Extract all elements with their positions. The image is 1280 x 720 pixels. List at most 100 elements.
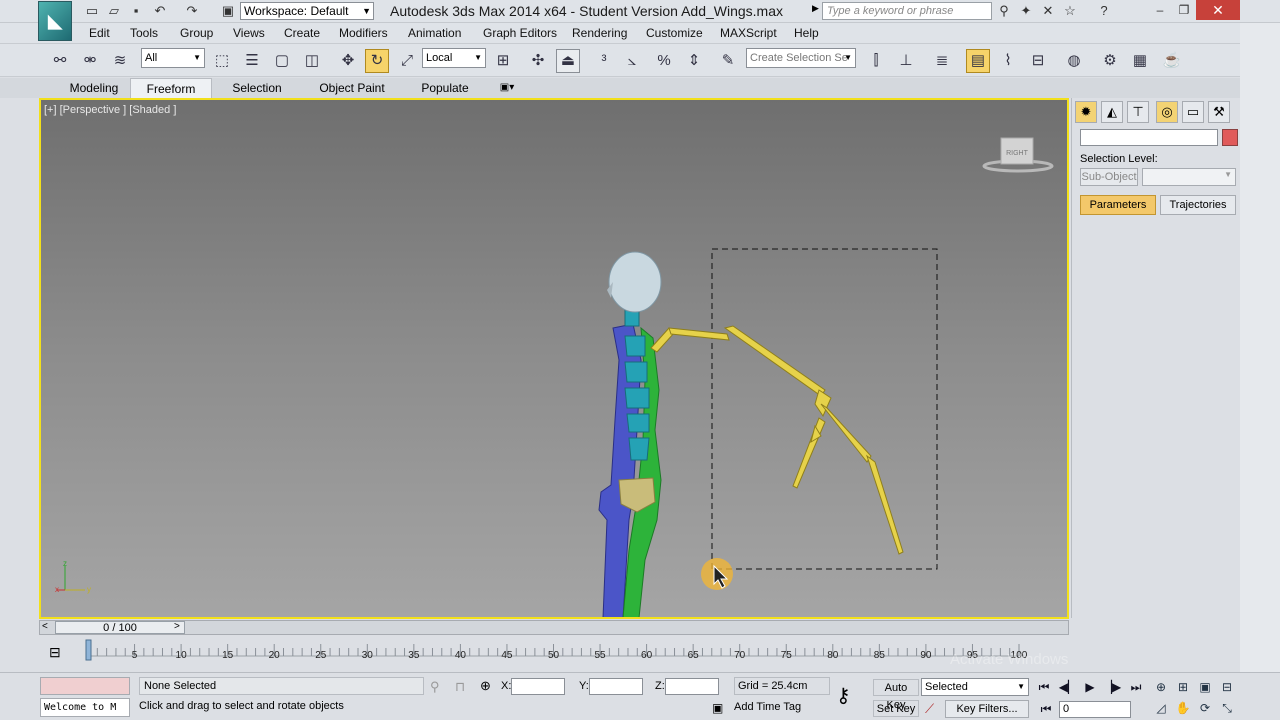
wing-upper-bone[interactable] — [668, 327, 730, 341]
pivot-center-icon[interactable]: ⊞ — [491, 49, 515, 73]
unlink-icon[interactable]: ⚮ — [78, 49, 102, 73]
material-editor-icon[interactable]: ◍ — [1062, 49, 1086, 73]
layer-manager-icon[interactable]: ≣ — [930, 49, 954, 73]
subscription-icon[interactable]: ✦ — [1018, 3, 1034, 19]
zoom-extents-all-icon[interactable]: ⊟ — [1218, 679, 1236, 695]
search-input[interactable]: Type a keyword or phrase — [822, 2, 992, 20]
add-time-tag-button[interactable]: Add Time Tag — [734, 701, 801, 713]
hierarchy-panel-tab[interactable]: ⊤ — [1127, 101, 1149, 123]
biped-head[interactable] — [608, 251, 662, 313]
time-slider-thumb[interactable]: 0 / 100 — [55, 621, 185, 634]
menu-edit[interactable]: Edit — [89, 26, 110, 40]
save-icon[interactable]: ▪ — [128, 3, 144, 19]
object-color-swatch[interactable] — [1222, 129, 1238, 146]
wing-finger-bone-2[interactable] — [866, 454, 904, 555]
lock-icon[interactable]: ⊓ — [455, 679, 465, 695]
undo-icon[interactable]: ↶ — [152, 3, 168, 19]
window-crossing-icon[interactable]: ◫ — [300, 49, 324, 73]
select-manipulate-icon[interactable]: ✣ — [526, 49, 550, 73]
redo-icon[interactable]: ↷ — [184, 3, 200, 19]
auto-key-button[interactable]: Auto Key — [873, 679, 919, 711]
set-key-button[interactable]: Set Key — [873, 700, 919, 717]
snaps-toggle-icon[interactable]: ³ — [592, 49, 616, 73]
time-slider[interactable]: < 0 / 100 > — [39, 620, 1069, 635]
key-filters-button[interactable]: Key Filters... — [945, 700, 1029, 718]
select-and-move-icon[interactable]: ✥ — [336, 49, 360, 73]
viewcube[interactable]: RIGHT — [982, 137, 1054, 173]
sub-object-button[interactable]: Sub-Object — [1080, 168, 1138, 186]
utilities-panel-tab[interactable]: ⚒ — [1208, 101, 1230, 123]
key-set-dropdown[interactable]: Selected ▼ — [921, 678, 1029, 696]
current-frame-field[interactable]: 0 — [1059, 701, 1131, 718]
render-production-icon[interactable]: ☕ — [1160, 49, 1184, 73]
time-slider-prev-button[interactable]: < — [42, 621, 48, 632]
menu-customize[interactable]: Customize — [646, 26, 703, 40]
time-slider-next-button[interactable]: > — [174, 621, 180, 632]
help-icon[interactable]: ? — [1096, 3, 1112, 19]
absolute-transform-icon[interactable]: ⊕ — [480, 678, 491, 694]
track-bar[interactable]: ⊟ 5 10 15 20 25 30 35 40 45 50 55 60 65 70 75 80 85 90 95 1… — [39, 636, 1069, 666]
menu-modifiers[interactable]: Modifiers — [339, 26, 388, 40]
keyboard-shortcut-override-icon[interactable]: ⏏ — [556, 49, 580, 73]
next-frame-icon[interactable]: ▕▶ — [1102, 679, 1122, 695]
select-and-link-icon[interactable]: ⚯ — [48, 49, 72, 73]
select-and-rotate-icon[interactable]: ↻ — [365, 49, 389, 73]
menu-help[interactable]: Help — [794, 26, 819, 40]
wing-finger-bone-3[interactable] — [792, 417, 826, 489]
orbit-icon[interactable]: ⟳ — [1196, 700, 1214, 716]
binoculars-icon[interactable]: ⚲ — [996, 3, 1012, 19]
viewport-label-menu[interactable]: [+] [Perspective ] [Shaded ] — [44, 104, 176, 116]
workspace-dropdown[interactable]: Workspace: Default ▼ — [240, 2, 374, 20]
ribbon-options-icon[interactable]: ▣▾ — [494, 78, 520, 98]
schematic-view-icon[interactable]: ⊟ — [1026, 49, 1050, 73]
maxscript-listener-input[interactable]: Welcome to M — [40, 698, 130, 717]
go-to-start-icon[interactable]: ⏮ — [1034, 679, 1054, 695]
render-setup-icon[interactable]: ⚙ — [1098, 49, 1122, 73]
zoom-icon[interactable]: ⊕ — [1152, 679, 1170, 695]
wing-finger-bone-1[interactable] — [820, 403, 872, 463]
select-object-icon[interactable]: ⬚ — [210, 49, 234, 73]
z-coord-field[interactable] — [665, 678, 719, 695]
select-and-scale-icon[interactable]: ⤢ — [395, 49, 419, 73]
go-to-end-icon[interactable]: ⏭ — [1126, 679, 1146, 695]
named-selection-sets-dropdown[interactable]: Create Selection Se ▼ — [746, 48, 856, 68]
field-of-view-icon[interactable]: ◿ — [1152, 700, 1170, 716]
menu-views[interactable]: Views — [233, 26, 265, 40]
maxscript-listener-top[interactable] — [40, 677, 130, 695]
graphite-toolbar-icon[interactable]: ▤ — [966, 49, 990, 73]
selection-filter-dropdown[interactable]: All ▼ — [141, 48, 205, 68]
favorites-star-icon[interactable]: ☆ — [1062, 3, 1078, 19]
create-panel-tab[interactable]: ✹ — [1075, 101, 1097, 123]
minimize-button[interactable]: – — [1148, 1, 1172, 19]
zoom-extents-icon[interactable]: ▣ — [1196, 679, 1214, 695]
wing-forearm-bone[interactable] — [723, 325, 826, 397]
tab-freeform[interactable]: Freeform — [130, 78, 212, 98]
current-frame-marker[interactable] — [85, 639, 92, 661]
x-coord-field[interactable] — [511, 678, 565, 695]
menu-create[interactable]: Create — [284, 26, 320, 40]
track-ruler[interactable]: 5 10 15 20 25 30 35 40 45 50 55 60 65 70 75 80 85 90 95 100 — [39, 636, 1069, 666]
tab-populate[interactable]: Populate — [412, 78, 478, 98]
open-file-icon[interactable]: ▱ — [106, 3, 122, 19]
play-icon[interactable]: ▶ — [1080, 679, 1100, 695]
percent-snap-icon[interactable]: % — [652, 49, 676, 73]
parameters-button[interactable]: Parameters — [1080, 195, 1156, 215]
edit-named-selection-icon[interactable]: ✎ — [716, 49, 740, 73]
project-folder-icon[interactable]: ▣ — [220, 3, 236, 19]
select-by-name-icon[interactable]: ☰ — [240, 49, 264, 73]
menu-maxscript[interactable]: MAXScript — [720, 26, 777, 40]
close-button[interactable]: ✕ — [1196, 0, 1240, 20]
curve-editor-icon[interactable]: ⌇ — [996, 49, 1020, 73]
isolate-selection-icon[interactable]: ⚲ — [430, 679, 440, 695]
y-coord-field[interactable] — [589, 678, 643, 695]
time-tag-icon[interactable]: ▣ — [712, 701, 723, 715]
maximize-viewport-icon[interactable]: ⤡ — [1218, 700, 1236, 716]
key-mode-toggle-icon[interactable]: ⏮ — [1036, 701, 1056, 717]
modify-panel-tab[interactable]: ◭ — [1101, 101, 1123, 123]
communication-center-icon[interactable]: ✕ — [1040, 3, 1056, 19]
reference-coordinate-system-dropdown[interactable]: Local ▼ — [422, 48, 486, 68]
rectangular-selection-icon[interactable]: ▢ — [270, 49, 294, 73]
menu-rendering[interactable]: Rendering — [572, 26, 627, 40]
menu-graph-editors[interactable]: Graph Editors — [483, 26, 557, 40]
align-icon[interactable]: ⊥ — [894, 49, 918, 73]
